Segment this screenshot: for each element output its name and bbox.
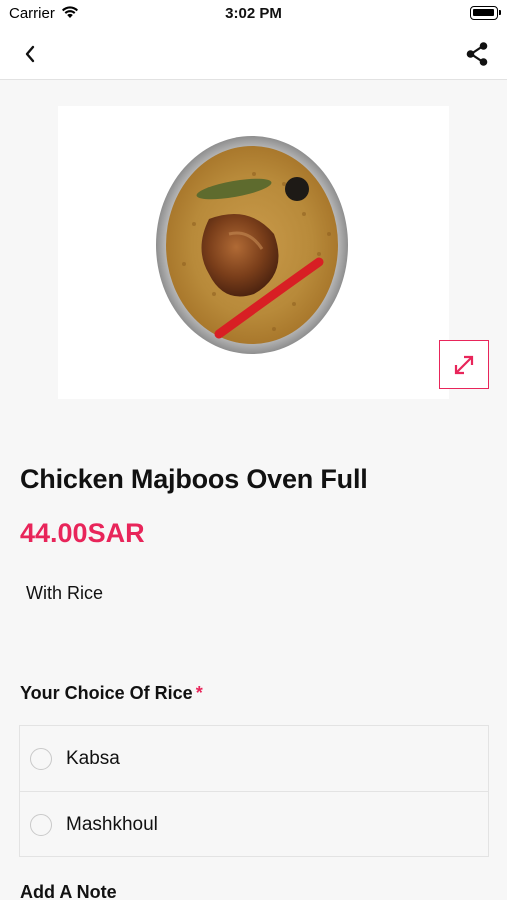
back-button[interactable] [14, 40, 46, 68]
rice-option-kabsa[interactable]: Kabsa [20, 726, 488, 792]
expand-image-button[interactable] [439, 340, 489, 389]
radio-button[interactable] [30, 814, 52, 836]
rice-options-group: Kabsa Mashkhoul [19, 725, 489, 857]
clock: 3:02 PM [225, 5, 282, 22]
product-image [156, 136, 348, 354]
nav-bar [0, 28, 507, 80]
expand-icon [454, 355, 474, 374]
radio-button[interactable] [30, 748, 52, 770]
status-bar: Carrier 3:02 PM [0, 0, 507, 28]
share-button[interactable] [461, 38, 493, 70]
chevron-left-icon [25, 45, 35, 63]
rice-choice-title: Your Choice Of Rice [20, 683, 193, 703]
share-icon [466, 42, 488, 66]
product-description: With Rice [26, 583, 104, 603]
option-label: Kabsa [66, 748, 120, 769]
rice-choice-heading: Your Choice Of Rice * [20, 683, 203, 704]
product-title: Chicken Majboos Oven Full [20, 464, 368, 494]
add-note-heading: Add A Note [20, 882, 117, 900]
product-price: 44.00SAR [20, 518, 145, 548]
product-image-card[interactable] [58, 106, 449, 399]
rice-option-mashkhoul[interactable]: Mashkhoul [20, 792, 488, 858]
required-marker: * [195, 683, 203, 703]
option-label: Mashkhoul [66, 814, 158, 835]
battery-icon [470, 6, 501, 20]
